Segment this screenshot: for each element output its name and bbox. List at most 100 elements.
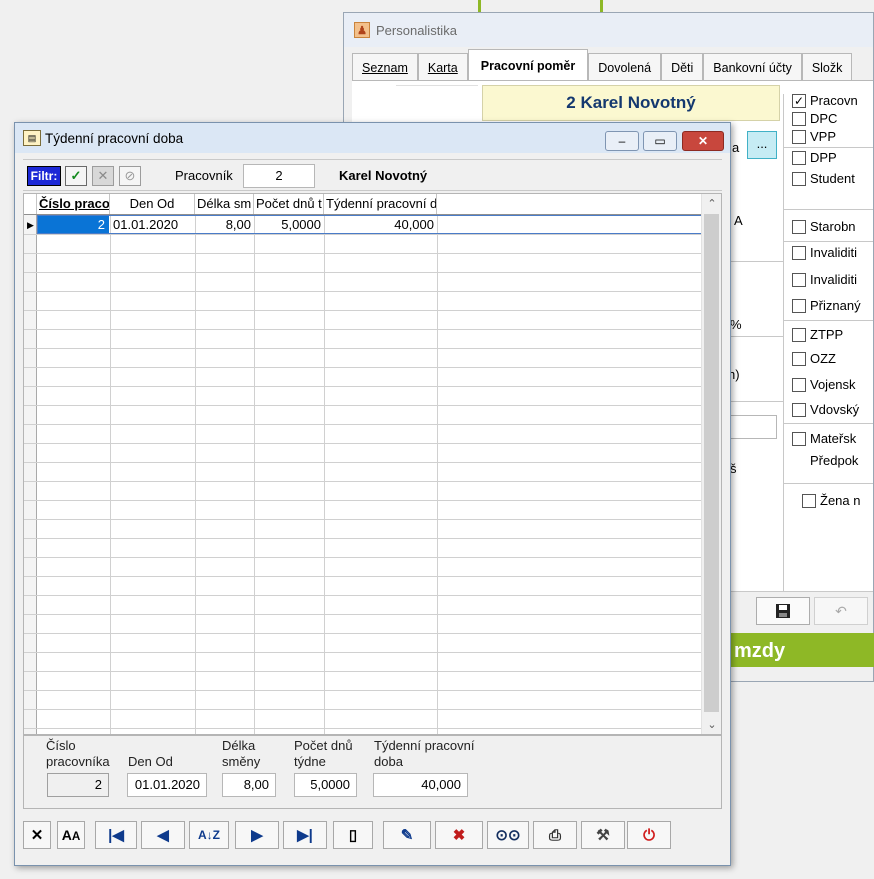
new-record-button[interactable]: ▯ [333,821,373,849]
cell-pocet[interactable]: 5,0000 [254,216,321,233]
font-button[interactable]: AA [57,821,85,849]
apply-filter-button[interactable]: ✓ [65,166,87,186]
cislo-field[interactable]: 2 [47,773,109,797]
find-button[interactable]: ⊙⊙ [487,821,529,849]
sort-button[interactable]: A↓Z [189,821,229,849]
undo-icon[interactable]: ↶ [814,597,868,625]
close-form-button[interactable]: ✕ [23,821,51,849]
scroll-down-icon[interactable]: ⌄ [702,716,721,734]
divider [784,241,873,242]
column-divider [437,215,438,734]
column-divider [110,215,111,734]
divider [783,94,784,600]
column-header-delka[interactable]: Délka sm [195,194,254,214]
last-record-button[interactable]: ▶| [283,821,327,849]
checkbox-starobni[interactable]: Starobn [792,219,856,234]
checkbox-student[interactable]: Student [792,171,855,186]
den-od-field[interactable]: 01.01.2020 [127,773,207,797]
column-header-tydenni[interactable]: Týdenní pracovní d [324,194,437,214]
cell-den-od[interactable]: 01.01.2020 [113,216,178,233]
cell-delka[interactable]: 8,00 [195,216,251,233]
predpok-label: Předpok [810,453,859,468]
power-icon: ⏻ [643,826,655,844]
filter-button[interactable]: Filtr: [27,166,61,186]
personalistika-titlebar[interactable]: ♟ Personalistika [344,13,873,47]
divider [784,423,873,424]
grid-row-line [24,557,702,558]
print-button[interactable]: ⎙ [533,821,577,849]
grid-row-line [24,462,702,463]
tab-deti[interactable]: Děti [661,53,704,81]
edit-record-button[interactable]: ✎ [383,821,431,849]
first-record-button[interactable]: |◀ [95,821,137,849]
tydenni-field[interactable]: 40,000 [373,773,468,797]
column-header-cislo[interactable]: Číslo praco [37,194,110,214]
grid-row-line [24,614,702,615]
checkbox-ozz[interactable]: OZZ [792,351,836,366]
delka-field[interactable]: 8,00 [222,773,276,797]
checkmark-icon: ✓ [70,168,82,183]
tab-slozky[interactable]: Složk [801,53,853,81]
checkbox-zena[interactable]: Žena n [802,493,860,508]
next-record-button[interactable]: ▶ [235,821,279,849]
detail-panel: Číslo pracovníka Den Od Délka směny Poče… [23,735,722,809]
save-button[interactable] [756,597,810,625]
checkbox-vdovsky[interactable]: Vdovský [792,402,859,417]
employee-number-input[interactable]: 2 [243,164,315,188]
cell-cislo[interactable]: 2 [38,216,109,233]
checkbox-invalidita-2[interactable]: Invaliditi [792,272,857,287]
filter-bar: Filtr: ✓ ✕ ⊘ Pracovník 2 Karel Novotný [23,159,722,191]
checkbox-materska[interactable]: Mateřsk [792,431,856,446]
grid-row-line [24,234,702,235]
scroll-up-icon[interactable]: ⌃ [702,195,721,213]
vertical-scrollbar[interactable]: ⌃ ⌄ [701,194,721,734]
previous-record-button[interactable]: ◀ [141,821,185,849]
checkbox-dpc[interactable]: DPC [792,111,837,126]
close-button[interactable]: ✕ [682,131,724,151]
grid-row-line [24,500,702,501]
checkbox-pracovni[interactable]: ✓ Pracovn [792,93,858,108]
hidden-field[interactable] [729,415,777,439]
column-header-pocet[interactable]: Počet dnů t [254,194,324,214]
tab-dovolena[interactable]: Dovolená [588,53,662,81]
cislo-label: Číslo pracovníka [46,738,110,769]
header-corner [24,194,37,214]
tools-button[interactable]: ⚒ [581,821,625,849]
floppy-disk-icon [776,604,790,618]
clear-filter-button[interactable]: ✕ [92,166,114,186]
minimize-button[interactable]: – [605,131,639,151]
binoculars-icon: ⊙⊙ [495,827,521,844]
close-icon: ✕ [30,827,44,844]
column-header-den-od[interactable]: Den Od [110,194,195,214]
grid-row-line [24,576,702,577]
next-icon: ▶ [251,827,263,844]
tydenni-pracovni-doba-dialog: ▤ Týdenní pracovní doba – ▭ ✕ Filtr: ✓ ✕… [14,122,731,866]
grid-row-line [24,728,702,729]
pocet-field[interactable]: 5,0000 [294,773,357,797]
checkbox-ztpp[interactable]: ZTPP [792,327,843,342]
column-divider [195,215,196,734]
checkbox-vpp[interactable]: VPP [792,129,836,144]
grid-row-line [24,348,702,349]
tab-bankovni-ucty[interactable]: Bankovní účty [703,53,802,81]
checkbox-priznany[interactable]: Přiznaný [792,298,861,313]
tab-seznam[interactable]: Seznam [352,53,418,81]
checkbox-dpp[interactable]: DPP [792,150,837,165]
new-document-icon: ▯ [348,827,358,844]
delete-record-button[interactable]: ✖ [435,821,483,849]
checkbox-vojensky[interactable]: Vojensk [792,377,856,392]
maximize-button[interactable]: ▭ [643,131,677,151]
cell-tydenni[interactable]: 40,000 [324,216,434,233]
scroll-thumb[interactable] [704,214,719,712]
tab-karta[interactable]: Karta [417,53,468,81]
divider [730,401,784,402]
grid-row-line [24,595,702,596]
attach-filter-button[interactable]: ⊘ [119,166,141,186]
grid-row-line [24,652,702,653]
divider [730,261,784,262]
checkbox-invalidita-1[interactable]: Invaliditi [792,245,857,260]
browse-button[interactable]: ... [747,131,777,159]
exit-button[interactable]: ⏻ [627,821,671,849]
grid-row-line [24,329,702,330]
tab-pracovni-pomer[interactable]: Pracovní poměr [467,49,589,81]
